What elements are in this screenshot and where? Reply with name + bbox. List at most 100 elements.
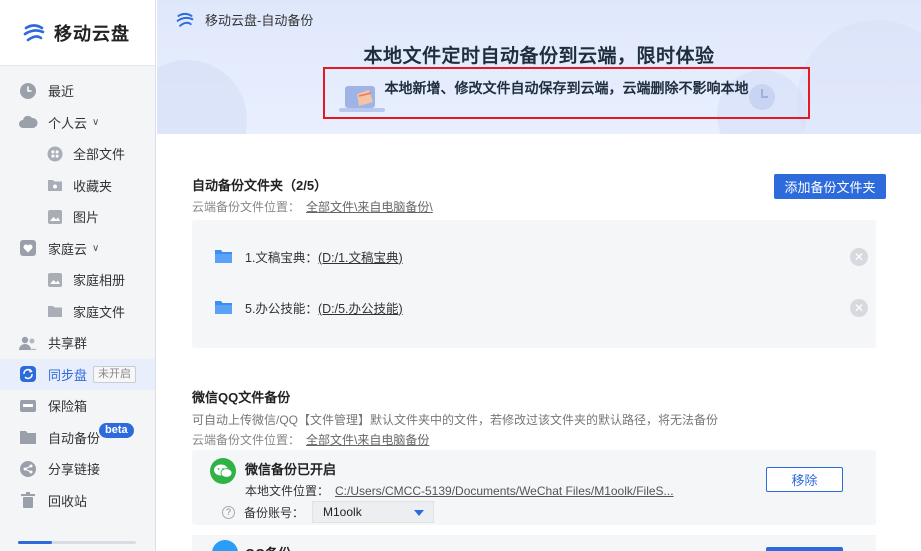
sidebar-item-label: 图片	[73, 210, 100, 226]
wechat-local-label: 本地文件位置：	[245, 484, 330, 498]
sidebar-item-recycle-bin[interactable]: 回收站	[0, 485, 155, 517]
qq-icon	[212, 540, 238, 551]
app-name: 移动云盘	[54, 23, 130, 44]
clock-icon	[18, 81, 38, 101]
cloud-logo-icon	[23, 23, 45, 41]
sync-icon	[18, 364, 38, 384]
sidebar-item-label: 家庭云	[48, 241, 88, 257]
sidebar-item-label: 分享链接	[48, 462, 101, 478]
chevron-down-icon: ∨	[92, 116, 100, 128]
sidebar-item-favorites[interactable]: 收藏夹	[0, 170, 155, 202]
sidebar-item-label: 全部文件	[73, 147, 126, 163]
image-icon	[46, 208, 63, 225]
sidebar-item-label: 收藏夹	[73, 178, 113, 194]
close-icon: ✕	[853, 301, 865, 315]
wechat-qq-section: 微信QQ文件备份 可自动上传微信/QQ【文件管理】默认文件夹中的文件，若修改过该…	[192, 387, 886, 448]
folder-icon	[215, 250, 232, 263]
sidebar-item-label: 家庭文件	[73, 304, 126, 320]
folder-star-icon	[46, 177, 63, 194]
folder-path-link[interactable]: (D:/5.办公技能)	[318, 298, 403, 317]
sidebar-item-auto-backup[interactable]: 自动备份 beta	[0, 422, 155, 454]
folder-icon	[215, 301, 232, 314]
image-icon	[46, 271, 63, 288]
account-select[interactable]: M1oolk	[312, 501, 435, 523]
chevron-down-icon: ∨	[92, 242, 100, 254]
sidebar-item-all-files[interactable]: 全部文件	[0, 138, 155, 170]
wechat-local-location: 本地文件位置： C:/Users/CMCC-5139/Documents/WeCh…	[245, 482, 674, 499]
trash-icon	[18, 490, 38, 510]
backup-location-link[interactable]: 全部文件\来自电脑备份\	[306, 200, 433, 214]
status-badge: 未开启	[93, 365, 137, 383]
sidebar-item-label: 个人云	[48, 115, 88, 131]
window-title: 移动云盘-自动备份	[205, 13, 314, 28]
heart-icon	[18, 238, 38, 258]
sidebar-item-sync-drive[interactable]: 同步盘 未开启	[0, 358, 155, 390]
beta-badge: beta	[99, 422, 134, 438]
share-icon	[18, 459, 38, 479]
add-backup-folder-button[interactable]: 添加备份文件夹	[774, 174, 886, 199]
app-logo: 移动云盘	[0, 0, 155, 66]
banner-decoration	[157, 60, 247, 134]
wechat-status-title: 微信备份已开启	[245, 462, 337, 477]
wechat-local-path-link[interactable]: C:/Users/CMCC-5139/Documents/WeChat File…	[335, 484, 674, 498]
group-icon	[18, 333, 38, 353]
backup-location: 云端备份文件位置： 全部文件\来自电脑备份\	[192, 198, 886, 215]
backup-location-label: 云端备份文件位置：	[192, 200, 301, 214]
sidebar: 移动云盘 最近 个人云 ∨ 全部文件 收藏夹 图片 家庭云 ∨ 家庭相册 家庭文…	[0, 0, 156, 551]
backup-folders-section: 自动备份文件夹（2/5） 云端备份文件位置： 全部文件\来自电脑备份\ 添加备份文…	[192, 174, 886, 215]
storage-bar-fill	[18, 541, 52, 544]
sidebar-item-share-links[interactable]: 分享链接	[0, 453, 155, 485]
grid-icon	[46, 145, 63, 162]
wechat-qq-location-label: 云端备份文件位置：	[192, 433, 301, 447]
promo-banner: 移动云盘-自动备份 本地文件定时自动备份到云端，限时体验 本地新增、修改文件自动…	[157, 0, 921, 134]
folder-path-link[interactable]: (D:/1.文稿宝典)	[318, 247, 403, 266]
banner-subtitle: 本地新增、修改文件自动保存到云端，云端删除不影响本地	[323, 67, 810, 119]
wechat-qq-location: 云端备份文件位置： 全部文件\来自电脑备份	[192, 431, 886, 448]
main-panel: 移动云盘-自动备份 本地文件定时自动备份到云端，限时体验 本地新增、修改文件自动…	[157, 0, 921, 551]
wechat-backup-card: 微信备份已开启 本地文件位置： C:/Users/CMCC-5139/Docume…	[192, 450, 876, 525]
sidebar-item-pictures[interactable]: 图片	[0, 201, 155, 233]
wechat-qq-desc: 可自动上传微信/QQ【文件管理】默认文件夹中的文件，若修改过该文件夹的默认路径，…	[192, 413, 719, 427]
wechat-icon	[210, 458, 236, 484]
close-icon: ✕	[853, 250, 865, 264]
sidebar-item-label: 最近	[48, 84, 75, 100]
sidebar-nav: 最近 个人云 ∨ 全部文件 收藏夹 图片 家庭云 ∨ 家庭相册 家庭文件 共享群…	[0, 66, 155, 516]
sidebar-item-label: 共享群	[48, 336, 88, 352]
remove-folder-button[interactable]: ✕	[850, 299, 868, 317]
wechat-account-row: ? 备份账号： M1oolk	[222, 501, 435, 523]
remove-folder-button[interactable]: ✕	[850, 248, 868, 266]
sidebar-item-label: 家庭相册	[73, 273, 126, 289]
wechat-qq-location-link[interactable]: 全部文件\来自电脑备份	[306, 433, 429, 447]
caret-down-icon	[414, 510, 425, 516]
help-icon[interactable]: ?	[222, 505, 235, 519]
sidebar-item-family-files[interactable]: 家庭文件	[0, 296, 155, 328]
cloud-logo-icon	[176, 12, 194, 27]
account-select-value: M1oolk	[323, 505, 362, 519]
window-titlebar: 移动云盘-自动备份	[175, 10, 313, 29]
sidebar-item-label: 同步盘	[48, 367, 88, 383]
sidebar-item-safe-box[interactable]: 保险箱	[0, 390, 155, 422]
backup-folder-list: 1.文稿宝典： (D:/1.文稿宝典) ✕ 5.办公技能： (D:/5.办公技能…	[192, 220, 876, 348]
banner-subtitle-text: 本地新增、修改文件自动保存到云端，云端删除不影响本地	[384, 80, 749, 96]
wechat-qq-title: 微信QQ文件备份	[192, 390, 291, 405]
sidebar-item-recent[interactable]: 最近	[0, 75, 155, 107]
sidebar-item-label: 保险箱	[48, 399, 88, 415]
sidebar-item-label: 回收站	[48, 493, 88, 509]
sidebar-item-family-cloud[interactable]: 家庭云 ∨	[0, 233, 155, 265]
banner-title: 本地文件定时自动备份到云端，限时体验	[363, 46, 715, 67]
sidebar-item-family-album[interactable]: 家庭相册	[0, 264, 155, 296]
sidebar-item-label: 自动备份	[48, 430, 101, 446]
wechat-account-label: 备份账号：	[244, 505, 305, 520]
storage-usage-bar	[0, 537, 156, 551]
qq-backup-title: QQ备份	[245, 543, 291, 551]
banner-decoration	[797, 20, 921, 134]
sidebar-item-personal-cloud[interactable]: 个人云 ∨	[0, 107, 155, 139]
qq-action-button[interactable]	[766, 547, 843, 551]
remove-wechat-button[interactable]: 移除	[766, 467, 843, 492]
folder-name: 1.文稿宝典：	[245, 250, 318, 265]
folder-icon	[46, 303, 63, 320]
cloud-icon	[18, 112, 38, 132]
sidebar-item-share-group[interactable]: 共享群	[0, 327, 155, 359]
qq-backup-card: QQ备份	[192, 535, 876, 551]
folder-name: 5.办公技能：	[245, 301, 318, 316]
